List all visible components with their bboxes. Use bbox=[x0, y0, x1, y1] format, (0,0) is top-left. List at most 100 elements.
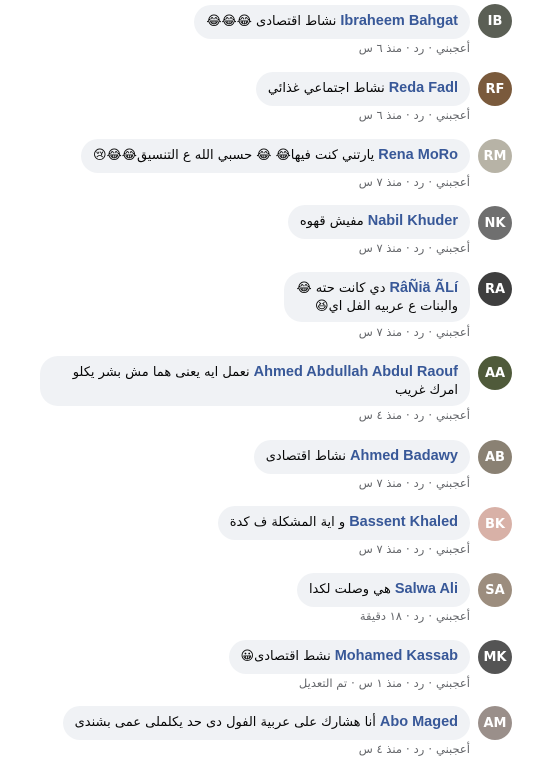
comment-text: نشاط اقتصادى 😂😂😂 bbox=[206, 14, 337, 29]
comment-text: نشط اقتصادى😀 bbox=[240, 649, 331, 664]
reply-link[interactable]: رد bbox=[414, 542, 425, 556]
comment-author[interactable]: Nabil Khuder bbox=[368, 213, 458, 229]
comment-author[interactable]: Ibraheem Bahgat bbox=[340, 13, 458, 29]
comment-time[interactable]: ١٨ دقيقة bbox=[360, 609, 402, 623]
like-link[interactable]: أعجبني bbox=[436, 325, 470, 339]
avatar[interactable]: AA bbox=[478, 356, 512, 390]
like-link[interactable]: أعجبني bbox=[436, 676, 470, 690]
comment-text: هي وصلت لكدا bbox=[308, 582, 391, 597]
comment-text: نعمل ايه يعنى هما مش بشر يكلو bbox=[72, 365, 250, 380]
reply-link[interactable]: رد bbox=[414, 676, 425, 690]
reply-link[interactable]: رد bbox=[414, 108, 425, 122]
comment-author[interactable]: Reda Fadl bbox=[389, 80, 458, 96]
separator: · bbox=[428, 676, 432, 690]
avatar[interactable]: AM bbox=[478, 706, 512, 740]
reply-link[interactable]: رد bbox=[414, 742, 425, 756]
comment-time[interactable]: منذ ٤ س bbox=[359, 408, 402, 422]
avatar[interactable]: RF bbox=[478, 72, 512, 106]
reply-link[interactable]: رد bbox=[414, 609, 425, 623]
edited-label[interactable]: تم التعديل bbox=[299, 676, 347, 690]
separator: · bbox=[405, 542, 410, 556]
comment-author[interactable]: Rena MoRo bbox=[378, 147, 458, 163]
avatar[interactable]: AB bbox=[478, 440, 512, 474]
comment-author[interactable]: Mohamed Kassab bbox=[335, 648, 458, 664]
comment-author[interactable]: RâÑiä ÃLí bbox=[390, 280, 459, 296]
separator: · bbox=[351, 676, 355, 690]
avatar-initials: SA bbox=[485, 582, 505, 598]
comment-actions: أعجبني·رد·منذ ٦ س bbox=[359, 41, 470, 55]
comment-time[interactable]: منذ ٦ س bbox=[359, 108, 402, 122]
separator: · bbox=[428, 609, 432, 623]
avatar-initials: NK bbox=[484, 215, 506, 231]
comment-author[interactable]: Abo Maged bbox=[380, 714, 458, 730]
separator: · bbox=[405, 175, 410, 189]
separator: · bbox=[405, 108, 410, 122]
avatar-initials: RA bbox=[484, 281, 506, 297]
comment-author[interactable]: Ahmed Abdullah Abdul Raouf bbox=[254, 364, 458, 380]
avatar[interactable]: RA bbox=[478, 272, 512, 306]
comment-time[interactable]: منذ ٧ س bbox=[359, 241, 402, 255]
avatar-initials: MK bbox=[483, 649, 507, 665]
separator: · bbox=[428, 325, 432, 339]
comment-bubble: Ahmed Badawyنشاط اقتصادى bbox=[253, 440, 470, 474]
comment-actions: أعجبني·رد·منذ ٦ س bbox=[359, 108, 470, 122]
comment-time[interactable]: منذ ٦ س bbox=[359, 41, 402, 55]
separator: · bbox=[405, 476, 410, 490]
like-link[interactable]: أعجبني bbox=[436, 609, 470, 623]
comment-actions: أعجبني·رد·منذ ٤ س bbox=[359, 408, 470, 422]
comment-bubble: Ahmed Abdullah Abdul Raouf نعمل ايه يعنى … bbox=[40, 356, 470, 406]
reply-link[interactable]: رد bbox=[414, 325, 425, 339]
avatar[interactable]: BK bbox=[478, 507, 512, 541]
reply-link[interactable]: رد bbox=[414, 408, 425, 422]
comment-time[interactable]: منذ ٤ س bbox=[359, 742, 402, 756]
reply-link[interactable]: رد bbox=[414, 41, 425, 55]
like-link[interactable]: أعجبني bbox=[436, 41, 470, 55]
comment-bubble: Reda Fadl نشاط اجتماعي غذائي bbox=[255, 72, 470, 106]
comment-actions: أعجبني·رد·منذ ٤ س bbox=[359, 742, 470, 756]
comment-bubble: Salwa Ali هي وصلت لكدا bbox=[296, 573, 470, 607]
avatar[interactable]: IB bbox=[478, 4, 512, 38]
comment-author[interactable]: Ahmed Badawy bbox=[350, 448, 458, 464]
like-link[interactable]: أعجبني bbox=[436, 408, 470, 422]
separator: · bbox=[405, 408, 410, 422]
reply-link[interactable]: رد bbox=[414, 175, 425, 189]
comment-text: يارتني كنت فيها😂 😂 حسبي الله ع التنسيق😂😂… bbox=[93, 148, 375, 163]
reply-link[interactable]: رد bbox=[414, 476, 425, 490]
avatar-initials: BK bbox=[485, 516, 505, 532]
avatar[interactable]: RM bbox=[478, 139, 512, 173]
comment-time[interactable]: منذ ٧ س bbox=[359, 476, 402, 490]
like-link[interactable]: أعجبني bbox=[436, 241, 470, 255]
comment-bubble: Mohamed Kassab نشط اقتصادى😀 bbox=[228, 640, 470, 674]
comment-text-line2: والبنات ع عربيه الفل اي😆 bbox=[315, 299, 458, 314]
avatar[interactable]: NK bbox=[478, 206, 512, 240]
separator: · bbox=[405, 676, 410, 690]
comment-actions: أعجبني·رد·منذ ٧ س bbox=[359, 175, 470, 189]
like-link[interactable]: أعجبني bbox=[436, 742, 470, 756]
comment-actions: أعجبني·رد·منذ ٧ س bbox=[359, 542, 470, 556]
like-link[interactable]: أعجبني bbox=[436, 476, 470, 490]
separator: · bbox=[405, 325, 410, 339]
avatar[interactable]: MK bbox=[478, 640, 512, 674]
avatar[interactable]: SA bbox=[478, 573, 512, 607]
avatar-initials: AA bbox=[484, 365, 506, 381]
separator: · bbox=[405, 609, 410, 623]
avatar-initials: RF bbox=[485, 81, 505, 97]
comment-time[interactable]: منذ ٧ س bbox=[359, 542, 402, 556]
separator: · bbox=[405, 742, 410, 756]
like-link[interactable]: أعجبني bbox=[436, 175, 470, 189]
comment-author[interactable]: Bassent Khaled bbox=[349, 514, 458, 530]
comment-author[interactable]: Salwa Ali bbox=[395, 581, 458, 597]
comment-time[interactable]: منذ ٧ س bbox=[359, 325, 402, 339]
comment-time[interactable]: منذ ١ س bbox=[359, 676, 402, 690]
separator: · bbox=[428, 476, 432, 490]
avatar-initials: IB bbox=[487, 13, 503, 29]
comment-bubble: Abo Maged أنا هشارك على عربية الفول دى حد… bbox=[62, 706, 470, 740]
like-link[interactable]: أعجبني bbox=[436, 542, 470, 556]
comment-actions: أعجبني·رد·منذ ١ س·تم التعديل bbox=[299, 676, 470, 690]
comment-actions: أعجبني·رد·١٨ دقيقة bbox=[360, 609, 470, 623]
comment-time[interactable]: منذ ٧ س bbox=[359, 175, 402, 189]
reply-link[interactable]: رد bbox=[414, 241, 425, 255]
separator: · bbox=[428, 542, 432, 556]
like-link[interactable]: أعجبني bbox=[436, 108, 470, 122]
comment-actions: أعجبني·رد·منذ ٧ س bbox=[359, 241, 470, 255]
